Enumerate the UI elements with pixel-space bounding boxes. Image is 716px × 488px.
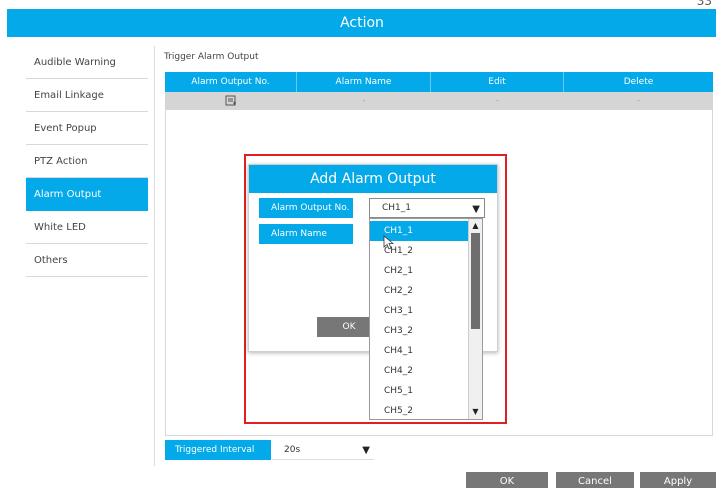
dropdown-option[interactable]: CH3_1 xyxy=(370,301,468,321)
cancel-button[interactable]: Cancel xyxy=(556,472,634,488)
sidebar-item-event-popup[interactable]: Event Popup xyxy=(26,112,148,145)
sidebar-item-alarm-output[interactable]: Alarm Output xyxy=(26,178,148,211)
table-header: Alarm Output No. Alarm Name Edit Delete xyxy=(165,72,713,92)
dropdown-option[interactable]: CH5_2 xyxy=(370,401,468,419)
sidebar-item-others[interactable]: Others xyxy=(26,244,148,277)
edit-cell: - xyxy=(496,96,499,105)
dropdown-option[interactable]: CH4_2 xyxy=(370,361,468,381)
triggered-interval-label: Triggered Interval xyxy=(165,440,271,460)
dropdown-option[interactable]: CH2_1 xyxy=(370,261,468,281)
dropdown-option[interactable]: CH3_2 xyxy=(370,321,468,341)
column-header-delete: Delete xyxy=(623,77,654,87)
page-number: 33 xyxy=(696,0,712,8)
ok-button[interactable]: OK xyxy=(466,472,548,488)
dropdown-option[interactable]: CH2_2 xyxy=(370,281,468,301)
column-header-edit: Edit xyxy=(431,72,564,92)
alarm-name-label: Alarm Name xyxy=(259,224,353,244)
dropdown-option[interactable]: CH4_1 xyxy=(370,341,468,361)
column-header-alarm-name: Alarm Name xyxy=(297,72,431,92)
sidebar-item-email-linkage[interactable]: Email Linkage xyxy=(26,79,148,112)
alarm-output-no-select[interactable]: CH1_1 ▼ xyxy=(369,198,485,218)
column-header-alarm-output-no: Alarm Output No. xyxy=(165,72,297,92)
mouse-cursor-icon xyxy=(383,235,394,250)
table-row: - - - xyxy=(165,92,713,110)
scroll-down-icon[interactable]: ▼ xyxy=(469,406,482,418)
caret-down-icon: ▼ xyxy=(362,445,370,456)
scroll-up-icon[interactable]: ▲ xyxy=(469,220,482,232)
triggered-interval-value: 20s xyxy=(284,445,301,455)
sidebar-item-ptz-action[interactable]: PTZ Action xyxy=(26,145,148,178)
add-icon[interactable] xyxy=(165,92,297,110)
dialog-title: Add Alarm Output xyxy=(249,165,497,193)
caret-down-icon: ▼ xyxy=(472,204,480,215)
sidebar: Audible Warning Email Linkage Event Popu… xyxy=(26,46,148,277)
sidebar-item-white-led[interactable]: White LED xyxy=(26,211,148,244)
alarm-output-no-value: CH1_1 xyxy=(382,203,412,213)
apply-button[interactable]: Apply xyxy=(640,472,716,488)
alarm-output-no-label: Alarm Output No. xyxy=(259,198,353,218)
section-title: Trigger Alarm Output xyxy=(164,52,259,62)
triggered-interval-select[interactable]: 20s ▼ xyxy=(272,440,374,460)
delete-cell: - xyxy=(637,96,640,105)
scroll-thumb[interactable] xyxy=(471,233,480,329)
sidebar-item-audible-warning[interactable]: Audible Warning xyxy=(26,46,148,79)
dropdown-option[interactable]: CH5_1 xyxy=(370,381,468,401)
alarm-name-cell: - xyxy=(362,96,366,105)
title-bar: Action xyxy=(7,9,716,37)
divider xyxy=(154,46,155,466)
dropdown-scrollbar[interactable]: ▲ ▼ xyxy=(468,219,482,419)
